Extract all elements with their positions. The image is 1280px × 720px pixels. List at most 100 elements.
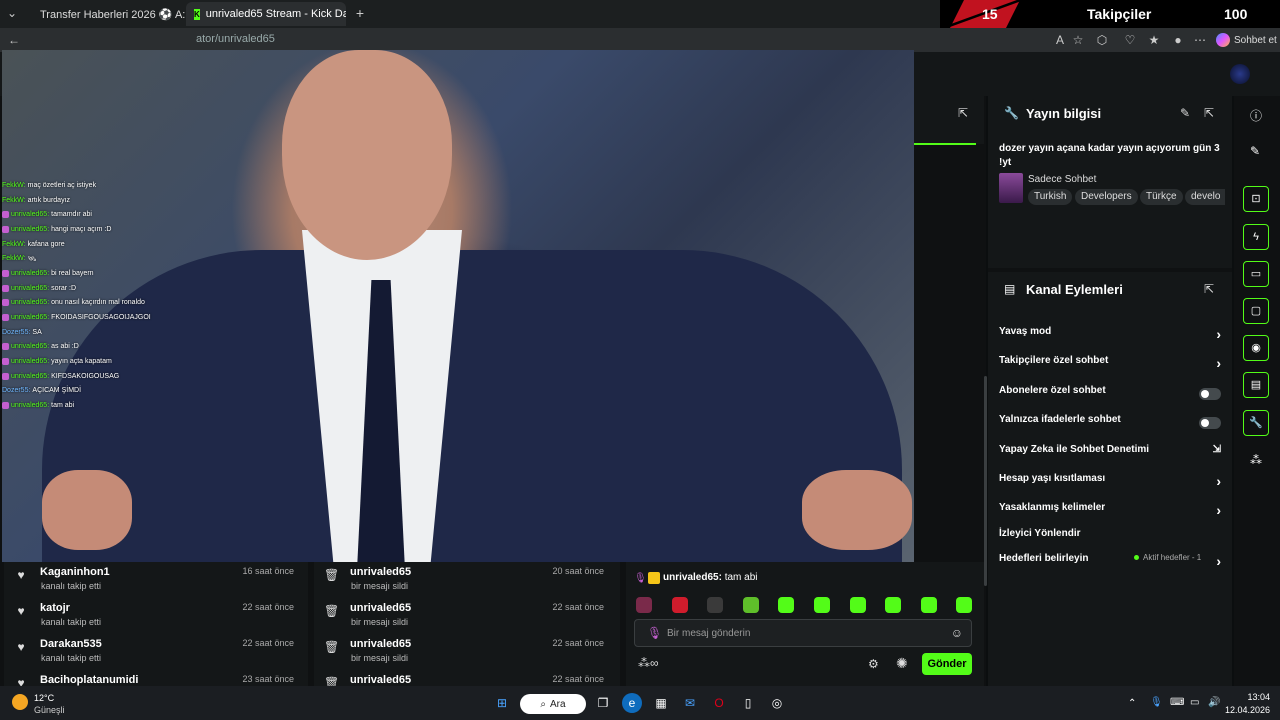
toggle-switch[interactable]: [1199, 417, 1221, 429]
feed-username[interactable]: Bacihoplatanumidi: [40, 674, 138, 686]
emote-button[interactable]: [636, 597, 652, 613]
feed-row: 🗑 unrivaled65 bir mesajı sildi 20 saat önce: [314, 562, 614, 598]
feed-row: 🗑 unrivaled65 bir mesajı sildi 22 saat önce: [314, 634, 614, 670]
mail-icon[interactable]: ✉: [680, 693, 700, 713]
stream-tag[interactable]: Türkçe: [1140, 189, 1183, 205]
browser-essentials-icon[interactable]: ♡: [1122, 33, 1138, 47]
tab-list-chevron-icon[interactable]: ⌄: [4, 6, 20, 20]
app-icon[interactable]: ◎: [767, 693, 787, 713]
subscriber-badge-icon: [2, 284, 9, 292]
channel-action-0[interactable]: Yavaş mod ›: [999, 326, 1221, 346]
emote-button[interactable]: [671, 597, 688, 613]
overlay-chat-user: FekkW:: [2, 255, 26, 263]
favorite-icon[interactable]: ☆: [1070, 33, 1086, 47]
collections-icon[interactable]: ★: [1146, 33, 1162, 47]
search-button[interactable]: ⌕ Ara: [520, 694, 586, 714]
scrollbar[interactable]: [984, 376, 987, 586]
popout-icon[interactable]: ⇱: [1204, 106, 1214, 120]
channel-action-1[interactable]: Takipçilere özel sohbet ›: [999, 355, 1221, 375]
start-icon[interactable]: ⊞: [492, 693, 512, 713]
mic-tray-icon[interactable]: 🎙: [1150, 697, 1163, 708]
channel-action-7[interactable]: İzleyici Yönlendir: [999, 528, 1221, 548]
feed-username[interactable]: unrivaled65: [350, 602, 411, 614]
pen-icon[interactable]: ✎: [1250, 144, 1260, 158]
feed-username[interactable]: katojr: [40, 602, 70, 614]
settings-icon[interactable]: ⚙: [868, 657, 879, 671]
edit-icon[interactable]: ✎: [1180, 106, 1190, 120]
file-icon[interactable]: ▯: [738, 693, 758, 713]
channel-actions-icon[interactable]: ▤: [1243, 372, 1269, 398]
tab-transfer-haberleri[interactable]: Transfer Haberleri 2026 ⚽ A: ✕: [26, 2, 186, 26]
feed-action: bir mesajı sildi: [351, 581, 409, 591]
more-icon[interactable]: ⋯: [1192, 33, 1208, 47]
stream-tag[interactable]: Developers: [1075, 189, 1138, 205]
emote-button[interactable]: [814, 597, 830, 613]
feed-username[interactable]: unrivaled65: [350, 566, 411, 578]
feed-username[interactable]: unrivaled65: [350, 638, 411, 650]
popout-icon[interactable]: ⇱: [958, 106, 968, 120]
channel-action-3[interactable]: Yalnızca ifadelerle sohbet: [999, 414, 1221, 434]
emoji-picker-icon[interactable]: ☺: [951, 626, 963, 640]
toggle-switch[interactable]: [1199, 388, 1221, 400]
url-field[interactable]: ator/unrivaled65: [196, 33, 275, 45]
channel-action-2[interactable]: Abonelere özel sohbet: [999, 385, 1221, 405]
clock-date[interactable]: 12.04.2026: [1222, 705, 1270, 715]
extensions-icon[interactable]: ⬡: [1094, 33, 1110, 47]
user-avatar[interactable]: [1230, 64, 1250, 84]
emote-button[interactable]: [920, 597, 937, 613]
emote-button[interactable]: [742, 597, 759, 613]
channel-action-4[interactable]: Yapay Zeka ile Sohbet Denetimi ⇲: [999, 444, 1221, 464]
store-icon[interactable]: ▦: [651, 693, 671, 713]
chat-message-text: tam abi: [724, 572, 758, 583]
points-icon[interactable]: ⁂∞: [638, 656, 659, 670]
network-icon[interactable]: ▭: [1190, 697, 1199, 708]
emote-button[interactable]: [778, 597, 795, 613]
video-figure-head: [282, 50, 452, 260]
emote-menu-icon[interactable]: ✺: [896, 655, 908, 672]
feed-username[interactable]: unrivaled65: [350, 674, 411, 686]
overlay-chat-line: unrivaled65: yayın açta kapatam: [2, 354, 202, 369]
overlay-chat-user: FekkW:: [2, 196, 26, 204]
profile-avatar[interactable]: ●: [1170, 33, 1186, 47]
back-icon[interactable]: ←: [6, 33, 22, 47]
emote-button[interactable]: [885, 597, 902, 613]
weather-icon[interactable]: [12, 694, 28, 710]
channel-action-6[interactable]: Yasaklanmış kelimeler ›: [999, 502, 1221, 522]
volume-icon[interactable]: 🔊: [1208, 697, 1220, 708]
popout-icon[interactable]: ⇱: [1204, 282, 1214, 296]
feed-username[interactable]: Darakan535: [40, 638, 102, 650]
kick-icon: K: [194, 8, 200, 20]
copilot-chat-button[interactable]: Sohbet et: [1216, 31, 1277, 49]
channel-action-label: Yasaklanmış kelimeler: [999, 502, 1106, 513]
edge-icon[interactable]: e: [622, 693, 642, 713]
tray-chevron-icon[interactable]: ⌃: [1128, 698, 1136, 709]
panel-divider: [988, 268, 1232, 272]
wrench-icon[interactable]: 🔧: [1243, 410, 1269, 436]
emote-button[interactable]: [849, 597, 866, 613]
bolt-icon[interactable]: ϟ: [1243, 224, 1269, 250]
share-icon[interactable]: ⁂: [1250, 453, 1262, 467]
chat-icon[interactable]: ▢: [1243, 298, 1269, 324]
task-view-icon[interactable]: ❐: [593, 693, 613, 713]
crown-badge-icon: [648, 572, 660, 584]
opera-icon[interactable]: O: [709, 693, 729, 713]
feed-username[interactable]: Kaganinhon1: [40, 566, 110, 578]
feed-time: 22 saat önce: [552, 602, 604, 612]
stream-tag[interactable]: develo: [1185, 189, 1225, 205]
notes-icon[interactable]: ▭: [1243, 261, 1269, 287]
new-tab-icon[interactable]: +: [352, 6, 368, 20]
chat-input[interactable]: 🎙 Bir mesaj gönderin ☺: [634, 619, 972, 647]
subscriber-badge-icon: [2, 269, 9, 277]
info-icon[interactable]: ⓘ: [1250, 107, 1262, 124]
broadcast-icon[interactable]: ◉: [1243, 335, 1269, 361]
capture-icon[interactable]: ⊡: [1243, 186, 1269, 212]
keyboard-icon[interactable]: ⌨: [1170, 697, 1184, 708]
clock-time[interactable]: 13:04: [1228, 692, 1270, 702]
tab-kick-dashboard[interactable]: K unrivaled65 Stream - Kick Dashbo ✕: [186, 2, 346, 26]
read-aloud-icon[interactable]: A: [1052, 33, 1068, 47]
stream-tag[interactable]: Turkish: [1028, 189, 1073, 205]
emote-button[interactable]: [956, 597, 973, 613]
send-button[interactable]: Gönder: [922, 653, 972, 675]
channel-action-5[interactable]: Hesap yaşı kısıtlaması ›: [999, 473, 1221, 493]
emote-button[interactable]: [707, 597, 724, 613]
